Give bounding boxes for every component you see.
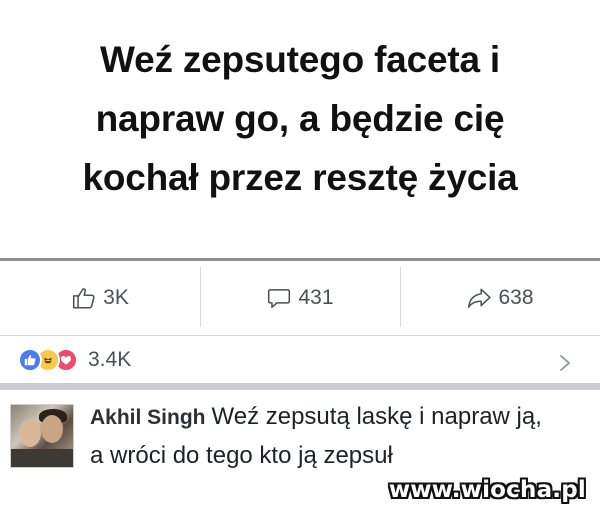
like-button[interactable]: 3K: [0, 261, 200, 335]
reactions-row[interactable]: 3.4K: [0, 336, 600, 390]
reaction-count: 3.4K: [88, 347, 132, 371]
comment-bubble-icon: [268, 289, 291, 308]
post-text-line-1: Weź zepsutego faceta i: [100, 39, 500, 80]
post-text: Weź zepsutego faceta i napraw go, a będz…: [0, 30, 600, 207]
post-text-line-3: kochał przez resztę życia: [82, 157, 518, 198]
share-button[interactable]: 638: [400, 261, 600, 335]
comment-count: 431: [298, 286, 334, 309]
post-text-line-2: napraw go, a będzie cię: [95, 98, 505, 139]
action-bar: 3K 431 638: [0, 258, 600, 336]
comment-author[interactable]: Akhil Singh: [90, 406, 206, 429]
share-count: 638: [498, 286, 534, 309]
chevron-right-icon[interactable]: [558, 353, 572, 373]
watermark: www.wiocha.pl: [388, 477, 586, 503]
share-arrow-icon: [468, 288, 492, 308]
avatar[interactable]: [10, 404, 74, 468]
comment-button[interactable]: 431: [200, 261, 400, 335]
thumbs-up-icon: [73, 288, 95, 309]
comment-body: Akhil Singh Weź zepsutą laskę i napraw ją…: [90, 398, 560, 475]
comment: Akhil Singh Weź zepsutą laskę i napraw ją…: [0, 390, 600, 517]
like-reaction-icon: [18, 347, 42, 372]
like-count: 3K: [103, 286, 129, 309]
